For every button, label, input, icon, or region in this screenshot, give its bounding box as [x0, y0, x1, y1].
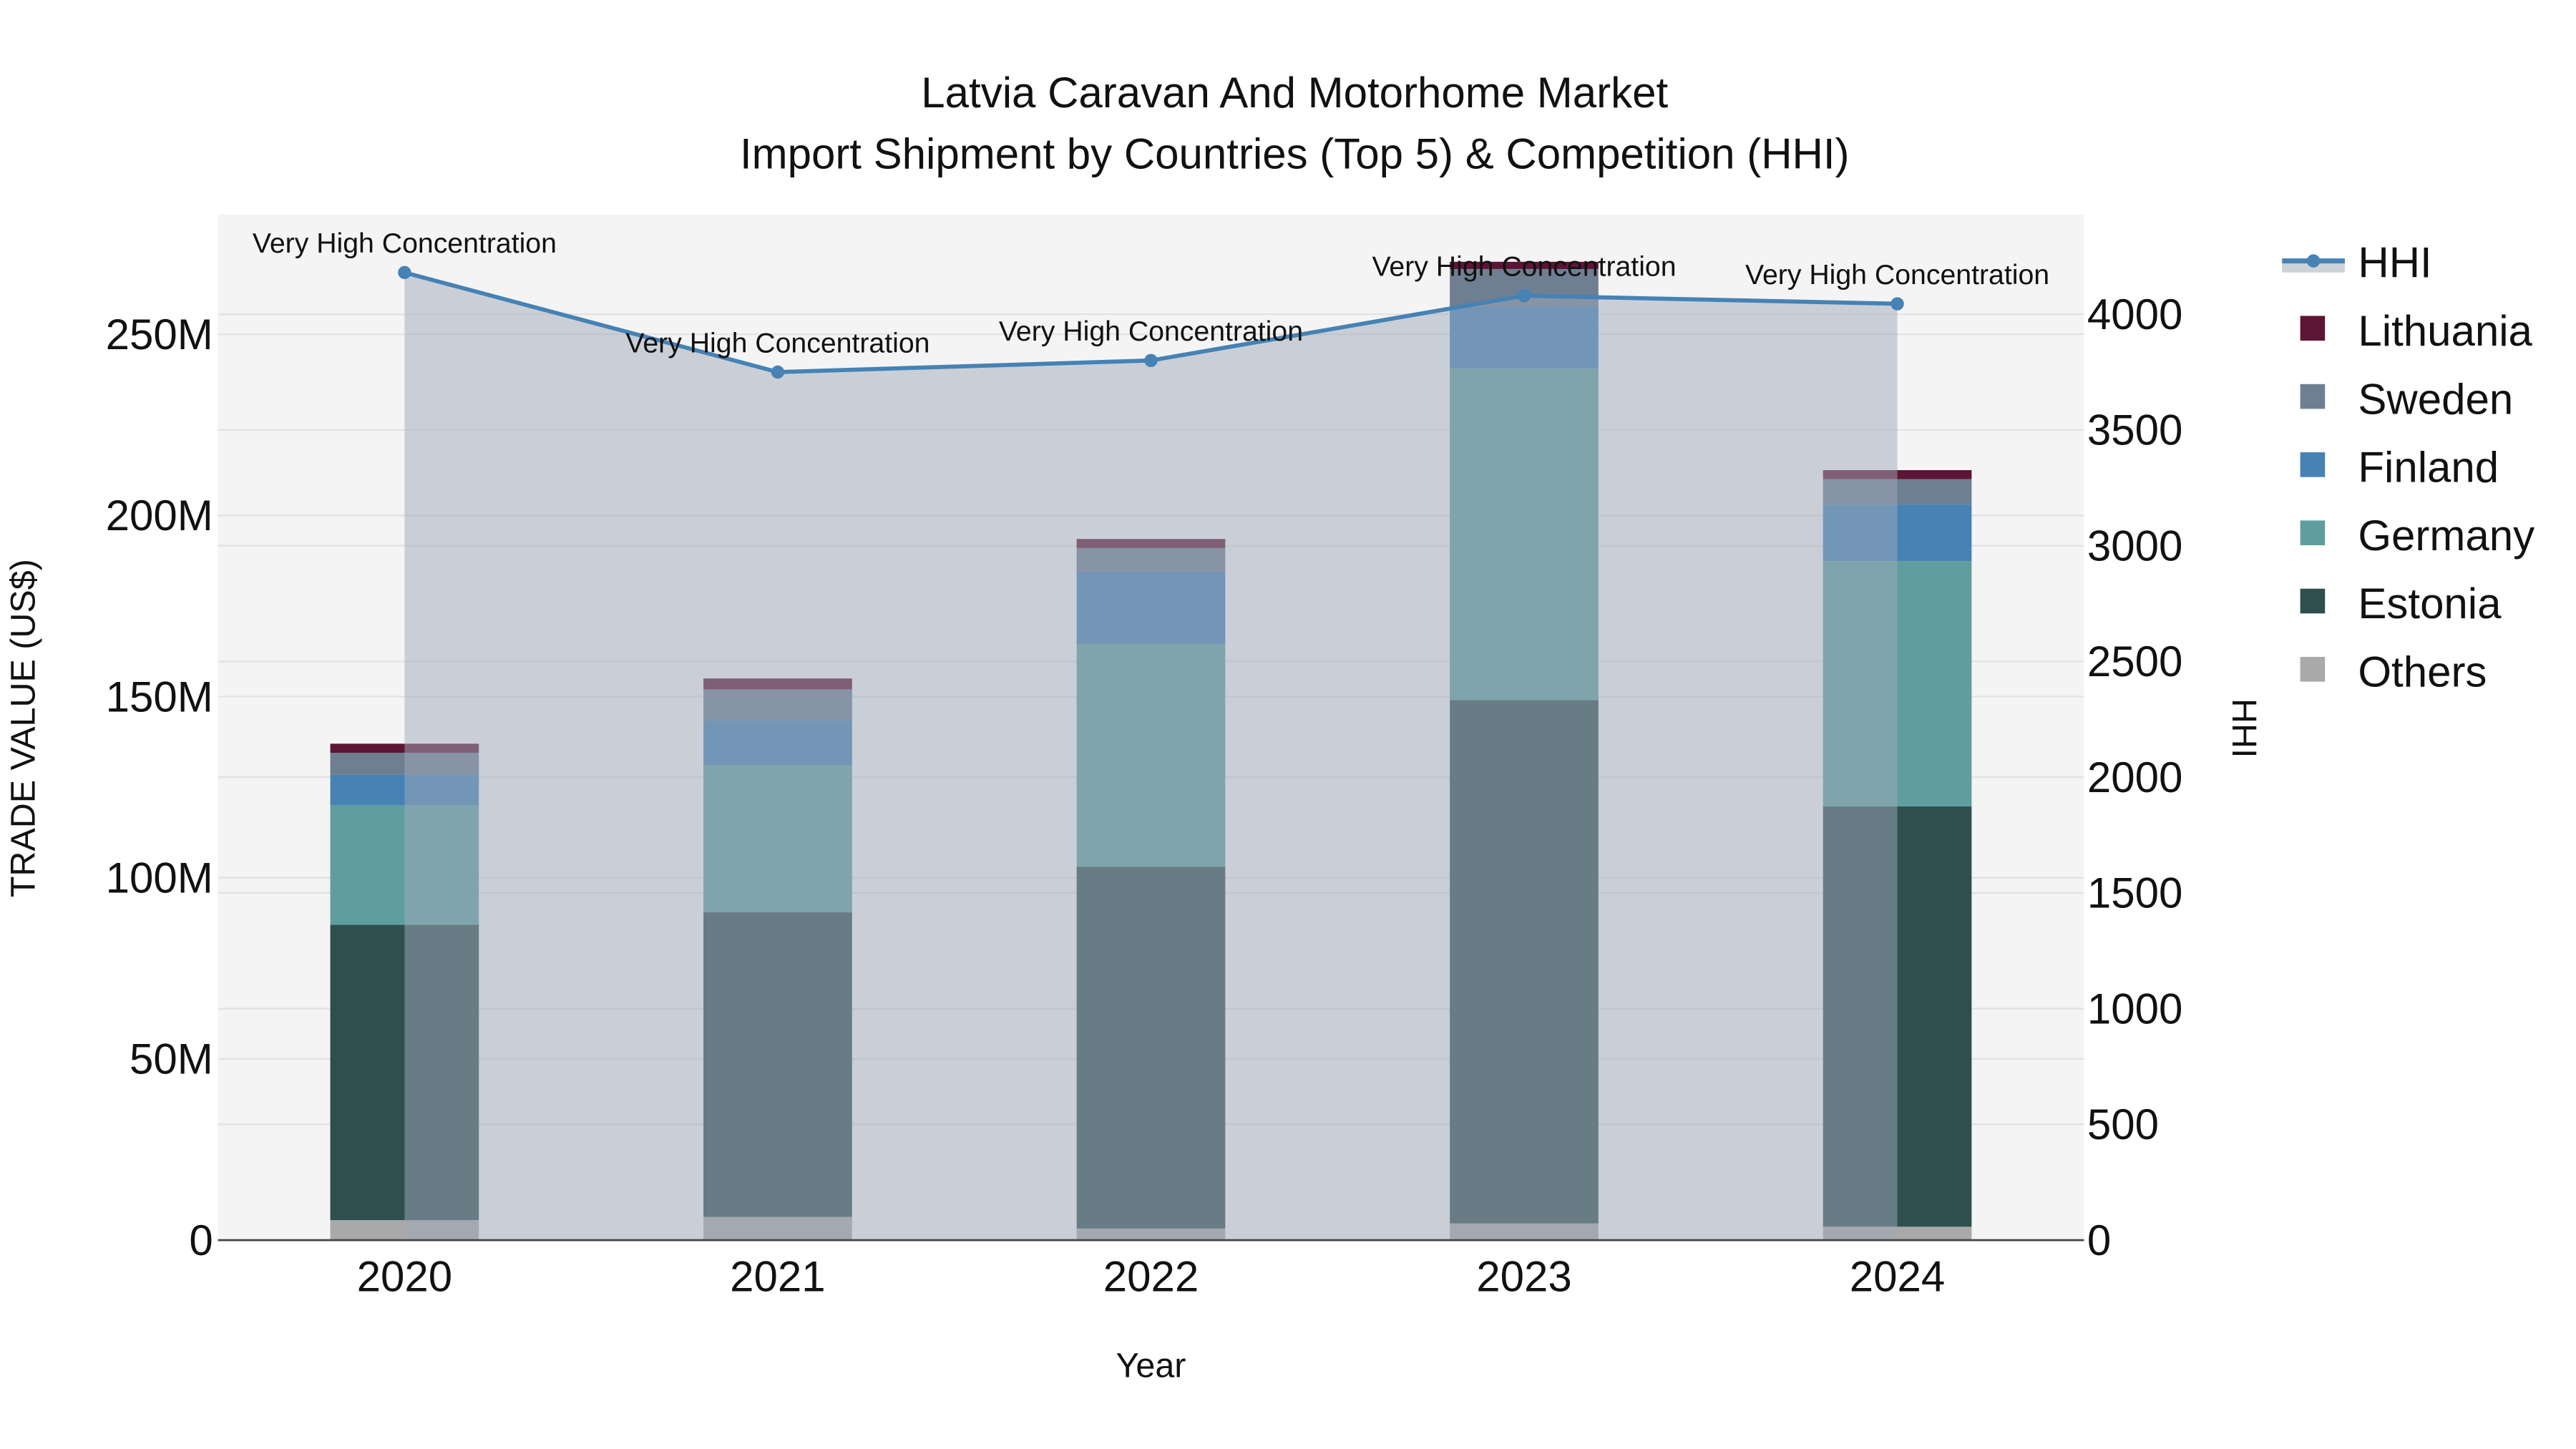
y2-tick-label: 4000: [2087, 291, 2182, 338]
y2-tick-label: 1500: [2087, 869, 2182, 917]
y-axis-label: TRADE VALUE (US$): [4, 559, 42, 897]
x-tick-label: 2020: [357, 1253, 452, 1301]
x-tick-label: 2021: [730, 1253, 825, 1301]
y-tick-label: 200M: [106, 492, 213, 540]
hhi-point: [1144, 353, 1158, 368]
hhi-series: Very High Concentration Very High Concent…: [253, 228, 2049, 1241]
chart: Very High Concentration Very High Concent…: [0, 0, 2576, 1449]
y2-axis-label: HHI: [2225, 698, 2263, 758]
legend-label: Sweden: [2358, 375, 2513, 423]
y2-tick-label: 1000: [2087, 985, 2182, 1033]
legend-label: HHI: [2358, 239, 2431, 287]
legend-label: Others: [2358, 648, 2487, 696]
x-tick-label: 2023: [1476, 1253, 1571, 1301]
y-tick-label: 150M: [106, 673, 213, 721]
legend-label: Lithuania: [2358, 307, 2532, 355]
hhi-point: [398, 265, 411, 280]
y2-tick-label: 0: [2087, 1216, 2111, 1264]
legend-hhi-marker: [2306, 254, 2321, 268]
hhi-annotation: Very High Concentration: [1745, 259, 2049, 291]
hhi-point: [1517, 288, 1531, 303]
legend-swatch-estonia: [2300, 588, 2326, 614]
y-tick-label: 250M: [106, 311, 213, 358]
y2-tick-label: 2000: [2087, 753, 2182, 801]
x-axis-label: Year: [1116, 1347, 1186, 1385]
hhi-point: [771, 365, 785, 379]
x-tick-label: 2024: [1850, 1253, 1945, 1301]
legend-swatch-others: [2300, 657, 2326, 682]
legend-label: Germany: [2358, 512, 2534, 560]
chart-title: Latvia Caravan And Motorhome Market: [921, 69, 1668, 117]
legend-swatch-germany: [2300, 520, 2326, 545]
legend-swatch-finland: [2300, 452, 2326, 477]
y2-tick-label: 500: [2087, 1101, 2159, 1148]
hhi-point: [1890, 297, 1904, 311]
hhi-annotation: Very High Concentration: [253, 228, 557, 259]
y-tick-label: 50M: [130, 1035, 213, 1083]
legend-label: Finland: [2358, 444, 2499, 492]
y-tick-label: 100M: [106, 854, 213, 902]
chart-subtitle: Import Shipment by Countries (Top 5) & C…: [740, 130, 1850, 177]
y2-tick-label: 2500: [2087, 638, 2182, 686]
legend-label: Estonia: [2358, 580, 2502, 628]
hhi-annotation: Very High Concentration: [1372, 251, 1676, 283]
x-tick-label: 2022: [1103, 1253, 1199, 1301]
y-tick-label: 0: [189, 1216, 213, 1264]
legend-swatch-sweden: [2300, 384, 2326, 409]
hhi-annotation: Very High Concentration: [625, 327, 930, 358]
legend-swatch-lithuania: [2300, 316, 2326, 341]
y2-tick-label: 3000: [2087, 522, 2182, 570]
hhi-area: [404, 272, 1898, 1241]
hhi-annotation: Very High Concentration: [999, 316, 1303, 347]
y2-tick-label: 3500: [2087, 406, 2182, 454]
